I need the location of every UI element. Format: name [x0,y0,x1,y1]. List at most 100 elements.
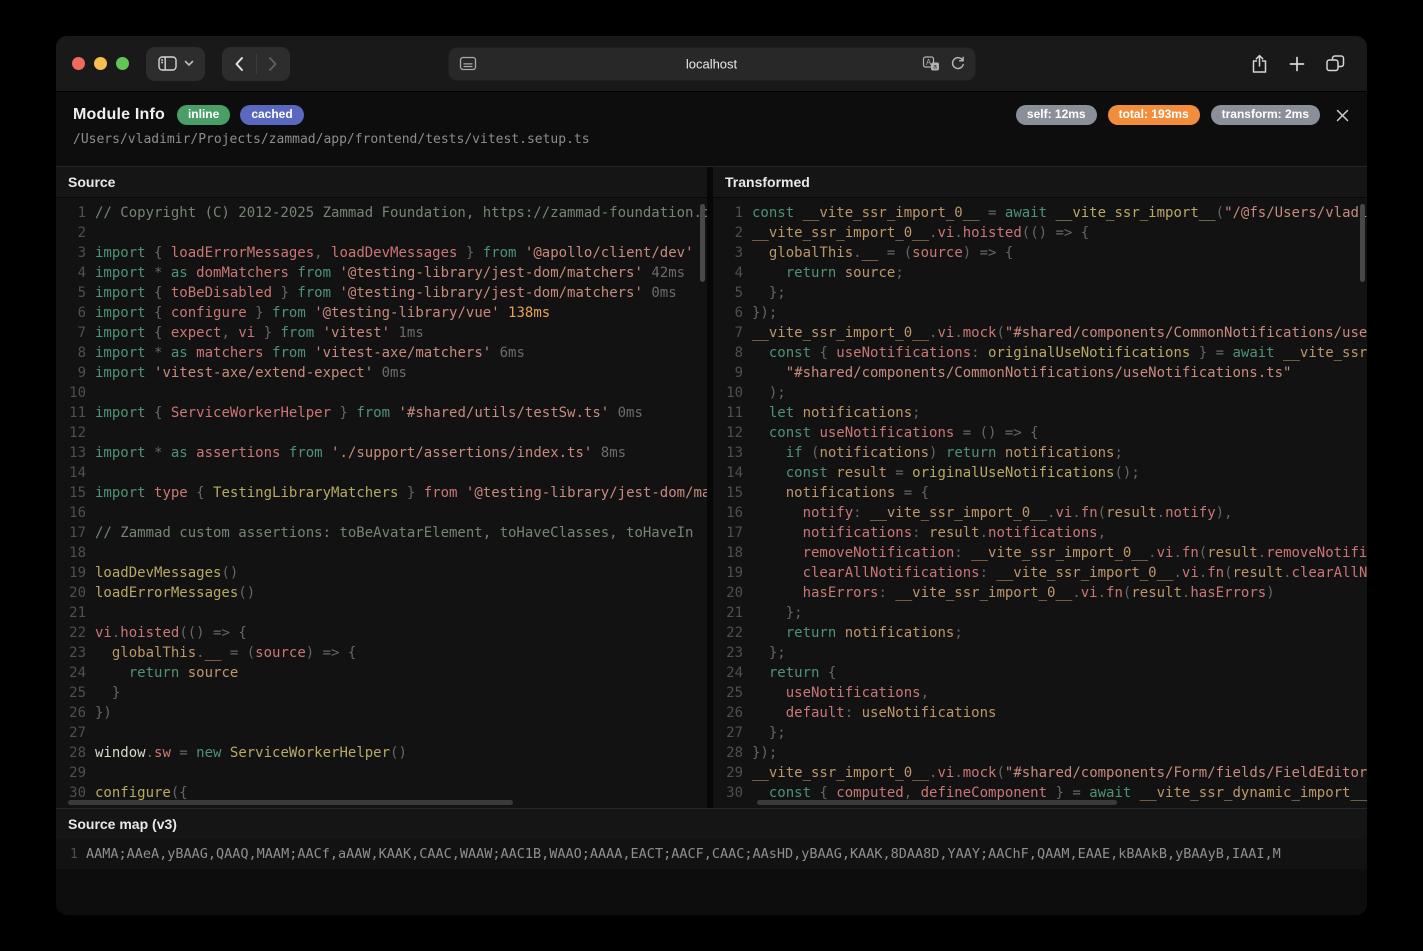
code-line: 2 [56,223,707,243]
forward-button[interactable] [256,47,290,81]
close-icon [1335,108,1350,123]
line-content: const useNotifications = () => { [743,423,1039,443]
back-button[interactable] [222,47,256,81]
line-content: vi.hoisted(() => { [86,623,247,643]
transformed-code-view[interactable]: 1const __vite_ssr_import_0__ = await __v… [713,198,1367,808]
line-number: 30 [713,783,743,803]
line-content [86,503,95,523]
transformed-horizontal-scrollbar[interactable] [757,800,1117,805]
line-number: 4 [56,263,86,283]
timing-total: total: 193ms [1108,105,1200,125]
code-line: 17 notifications: result.notifications, [713,523,1367,543]
line-content: notify: __vite_ssr_import_0__.vi.fn(resu… [743,503,1233,523]
reload-icon[interactable] [950,56,965,71]
line-number: 24 [56,663,86,683]
code-line: 7import { expect, vi } from 'vitest' 1ms [56,323,707,343]
line-content: window.sw = new ServiceWorkerHelper() [86,743,407,763]
sourcemap-section: Source map (v3) 1 AAMA;AAeA,yBAAG,QAAQ,M… [56,808,1367,915]
code-line: 20 hasErrors: __vite_ssr_import_0__.vi.f… [713,583,1367,603]
line-number: 10 [713,383,743,403]
transformed-vertical-scrollbar[interactable] [1360,204,1365,282]
sourcemap-code-view[interactable]: 1 AAMA;AAeA,yBAAG,QAAQ,MAAM;AACf,aAAW,KA… [56,839,1367,869]
source-vertical-scrollbar[interactable] [700,204,705,282]
line-number: 16 [56,503,86,523]
line-content: const { useNotifications: originalUseNot… [743,343,1367,363]
close-panel-button[interactable] [1335,108,1350,123]
module-file-path: /Users/vladimir/Projects/zammad/app/fron… [73,132,1350,147]
code-line: 23 globalThis.__ = (source) => { [56,643,707,663]
svg-text:a: a [933,64,937,71]
zoom-window-button[interactable] [116,57,129,70]
line-number: 20 [56,583,86,603]
code-line: 10 [56,383,707,403]
line-number: 1 [713,203,743,223]
line-content: } [86,683,120,703]
line-content [86,463,95,483]
line-number: 2 [56,223,86,243]
line-number: 22 [56,623,86,643]
line-content: notifications: result.notifications, [743,523,1106,543]
timing-badges: self: 12ms total: 193ms transform: 2ms [1016,105,1320,125]
line-content: import * as domMatchers from '@testing-l… [86,263,685,283]
code-line: 5import { toBeDisabled } from '@testing-… [56,283,707,303]
new-tab-icon [1289,56,1305,72]
source-horizontal-scrollbar[interactable] [68,800,513,805]
line-number: 14 [56,463,86,483]
line-number: 21 [713,603,743,623]
line-content [86,543,95,563]
line-number: 6 [713,303,743,323]
line-number: 5 [56,283,86,303]
line-number: 7 [56,323,86,343]
line-number: 19 [713,563,743,583]
code-line: 6}); [713,303,1367,323]
code-line: 24 return { [713,663,1367,683]
line-content: // Zammad custom assertions: toBeAvatarE… [86,523,693,543]
address-bar[interactable]: localhost A a [448,47,975,80]
line-number: 5 [713,283,743,303]
close-window-button[interactable] [72,57,85,70]
sidebar-toggle-icon [158,56,177,71]
code-line: 14 [56,463,707,483]
transformed-pane: Transformed 1const __vite_ssr_import_0__… [713,167,1367,808]
code-line: 21 [56,603,707,623]
module-badges: inlinecached [177,105,304,125]
line-content: import { ServiceWorkerHelper } from '#sh… [86,403,643,423]
line-number: 15 [56,483,86,503]
code-line: 15 notifications = { [713,483,1367,503]
code-line: 20loadErrorMessages() [56,583,707,603]
code-line: 18 removeNotification: __vite_ssr_import… [713,543,1367,563]
code-line: 22 return notifications; [713,623,1367,643]
code-line: 18 [56,543,707,563]
code-line: 19 clearAllNotifications: __vite_ssr_imp… [713,563,1367,583]
url-text: localhost [448,47,975,80]
timing-self: self: 12ms [1016,105,1097,125]
tab-overview-button[interactable] [1326,55,1345,72]
minimize-window-button[interactable] [94,57,107,70]
share-button[interactable] [1251,54,1268,74]
transformed-pane-title: Transformed [713,167,1367,198]
timing-transform: transform: 2ms [1211,105,1320,125]
chevron-down-icon [184,60,194,67]
sidebar-toggle-button[interactable] [146,47,205,81]
line-number: 3 [713,243,743,263]
code-panes: Source 1// Copyright (C) 2012-2025 Zamma… [56,166,1367,808]
code-line: 7__vite_ssr_import_0__.vi.mock("#shared/… [713,323,1367,343]
source-code-view[interactable]: 1// Copyright (C) 2012-2025 Zammad Found… [56,198,707,808]
badge-cached: cached [240,105,303,125]
line-content: notifications = { [743,483,929,503]
code-line: 4 return source; [713,263,1367,283]
line-content: import { configure } from '@testing-libr… [86,303,550,323]
new-tab-button[interactable] [1289,56,1305,72]
line-content: const __vite_ssr_import_0__ = await __vi… [743,203,1367,223]
translate-icon[interactable]: A a [922,56,939,71]
line-number: 6 [56,303,86,323]
line-number: 14 [713,463,743,483]
line-number: 1 [56,203,86,223]
line-content [86,223,95,243]
line-content: ); [743,383,786,403]
line-content: import { loadErrorMessages, loadDevMessa… [86,243,694,263]
forward-icon [268,56,278,72]
code-line: 29 [56,763,707,783]
line-number: 15 [713,483,743,503]
source-pane: Source 1// Copyright (C) 2012-2025 Zamma… [56,167,707,808]
